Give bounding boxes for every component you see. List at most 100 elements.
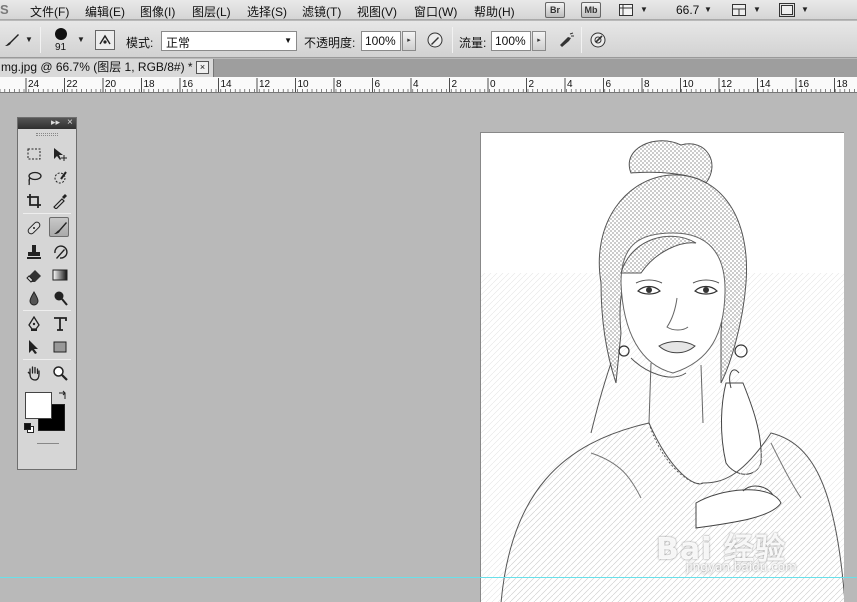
document-tab[interactable]: mg.jpg @ 66.7% (图层 1, RGB/8#) * × [0, 59, 214, 77]
bridge-button[interactable]: Br [545, 2, 565, 18]
rectangle-tool-icon[interactable] [50, 337, 70, 357]
blend-mode-select[interactable]: 正常 ▼ [161, 31, 297, 51]
ruler-label: 2 [452, 79, 458, 90]
move-tool-icon[interactable] [50, 144, 70, 164]
separator [452, 27, 453, 53]
separator [23, 359, 71, 360]
chevron-down-icon[interactable]: ▼ [753, 5, 761, 14]
flow-label: 流量: [459, 36, 487, 50]
flow-slider-button[interactable]: ▸ [532, 31, 546, 51]
horizontal-ruler[interactable]: 24 22 20 18 16 14 12 10 8 6 4 2 0 2 4 6 8 10 12 14 16 18 [0, 77, 857, 93]
menu-select[interactable]: 选择(S) [247, 3, 287, 20]
clone-stamp-tool-icon[interactable] [24, 242, 44, 262]
menu-layer[interactable]: 图层(L) [192, 3, 231, 20]
brush-tool-icon[interactable] [49, 217, 69, 237]
chevron-down-icon[interactable]: ▼ [704, 5, 712, 14]
ruler-label: 14 [221, 79, 233, 90]
hand-tool-icon[interactable] [24, 363, 44, 383]
ruler-label: 18 [144, 79, 156, 90]
menu-filter[interactable]: 滤镜(T) [302, 3, 341, 20]
separator [23, 310, 71, 311]
toolbox-grip[interactable] [36, 133, 58, 136]
brush-panel-toggle-icon[interactable] [95, 30, 115, 50]
blur-tool-icon[interactable] [24, 288, 44, 308]
screen-mode-icon[interactable] [778, 2, 796, 18]
chevron-down-icon[interactable]: ▼ [640, 5, 648, 14]
quick-selection-tool-icon[interactable] [50, 168, 70, 188]
close-icon[interactable]: × [67, 117, 73, 128]
marquee-tool-icon[interactable] [24, 144, 44, 164]
mini-bridge-button[interactable]: Mb [581, 2, 601, 18]
ruler-label: 20 [105, 79, 117, 90]
ruler-label: 4 [413, 79, 419, 90]
ruler-label: 16 [798, 79, 810, 90]
tablet-opacity-pressure-icon[interactable] [425, 30, 445, 50]
zoom-tool-icon[interactable] [50, 363, 70, 383]
watermark-url: jingyan.baidu.com [686, 560, 797, 574]
menu-view[interactable]: 视图(V) [357, 3, 397, 20]
opacity-field[interactable]: 100% [361, 31, 401, 51]
mode-label: 模式: [126, 36, 154, 50]
ruler-label: 8 [644, 79, 650, 90]
path-selection-tool-icon[interactable] [24, 337, 44, 357]
type-tool-icon[interactable] [50, 314, 70, 334]
quick-mask-button[interactable] [37, 443, 59, 444]
dodge-tool-icon[interactable] [50, 288, 70, 308]
collapse-icon[interactable]: ▸▸ [51, 117, 60, 128]
photoshop-logo: S [0, 2, 9, 17]
menu-bar: S 文件(F) 编辑(E) 图像(I) 图层(L) 选择(S) 滤镜(T) 视图… [0, 0, 857, 20]
menu-help[interactable]: 帮助(H) [474, 3, 515, 20]
toolbox-header[interactable]: ▸▸ × [18, 117, 76, 129]
foreground-color-swatch[interactable] [25, 392, 52, 419]
pen-tool-icon[interactable] [24, 314, 44, 334]
opacity-slider-button[interactable]: ▸ [402, 31, 416, 51]
ruler-label: 8 [336, 79, 342, 90]
brush-size-value: 91 [55, 42, 67, 53]
chevron-down-icon[interactable]: ▼ [77, 35, 85, 44]
ruler-label: 4 [567, 79, 573, 90]
chevron-down-icon[interactable]: ▼ [25, 35, 33, 44]
default-colors-icon[interactable] [24, 422, 34, 433]
menu-image[interactable]: 图像(I) [140, 3, 175, 20]
lasso-tool-icon[interactable] [24, 168, 44, 188]
menu-window[interactable]: 窗口(W) [414, 3, 457, 20]
ruler-label: 16 [182, 79, 194, 90]
arrange-documents-icon[interactable] [731, 2, 747, 18]
zoom-level[interactable]: 66.7 [676, 3, 699, 17]
chevron-down-icon[interactable]: ▼ [801, 5, 809, 14]
brush-tip-preview[interactable] [55, 28, 67, 40]
ruler-label: 24 [28, 79, 40, 90]
gradient-tool-icon[interactable] [50, 265, 70, 285]
menu-edit[interactable]: 编辑(E) [85, 3, 125, 20]
ruler-label: 14 [760, 79, 772, 90]
tablet-size-pressure-icon[interactable] [588, 30, 608, 50]
ruler-label: 10 [683, 79, 695, 90]
flow-field[interactable]: 100% [491, 31, 531, 51]
ruler-label: 6 [375, 79, 381, 90]
separator [23, 213, 71, 214]
blend-mode-value: 正常 [166, 36, 191, 50]
separator [581, 27, 582, 53]
separator [40, 27, 41, 53]
chevron-down-icon: ▼ [284, 36, 292, 45]
ruler-label: 22 [67, 79, 79, 90]
brush-preset-icon[interactable] [2, 30, 22, 50]
document-tab-title: mg.jpg @ 66.7% (图层 1, RGB/8#) * [1, 60, 193, 74]
eraser-tool-icon[interactable] [24, 265, 44, 285]
airbrush-icon[interactable] [556, 30, 576, 50]
close-icon[interactable]: × [196, 61, 209, 74]
guide-line[interactable] [0, 577, 857, 578]
history-brush-tool-icon[interactable] [50, 242, 70, 262]
menu-file[interactable]: 文件(F) [30, 3, 69, 20]
ruler-label: 10 [298, 79, 310, 90]
ruler-label: 12 [721, 79, 733, 90]
ruler-label: 12 [259, 79, 271, 90]
tool-options-bar: ▼ 91 ▼ 模式: 正常 ▼ 不透明度: 100% ▸ 流量: 100% ▸ [0, 21, 857, 58]
ruler-label: 18 [837, 79, 849, 90]
view-extras-icon[interactable] [618, 2, 634, 18]
healing-brush-tool-icon[interactable] [24, 218, 44, 238]
ruler-label: 2 [529, 79, 535, 90]
crop-tool-icon[interactable] [24, 191, 44, 211]
swap-colors-icon[interactable] [57, 390, 68, 401]
eyedropper-tool-icon[interactable] [50, 191, 70, 211]
